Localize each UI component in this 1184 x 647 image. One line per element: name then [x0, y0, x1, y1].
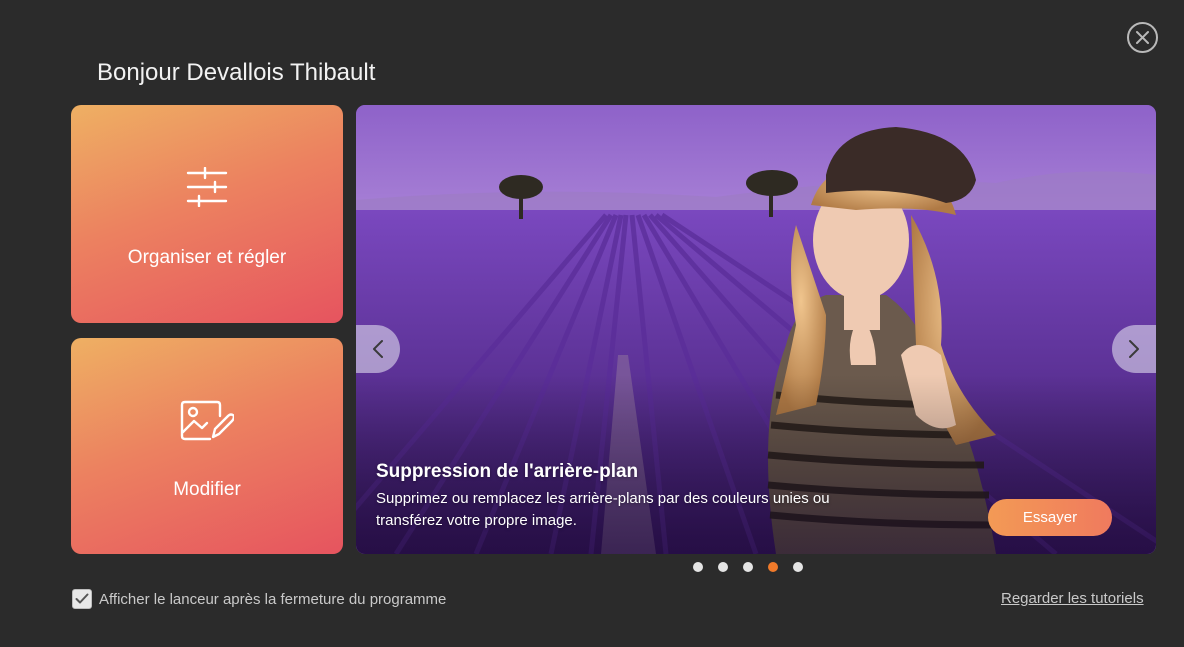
slide-title: Suppression de l'arrière-plan	[376, 461, 639, 482]
greeting-title: Bonjour Devallois Thibault	[97, 59, 376, 86]
close-icon	[1136, 31, 1149, 44]
checkbox-box[interactable]	[72, 589, 92, 609]
carousel-dot-2[interactable]	[718, 562, 728, 572]
feature-carousel: Suppression de l'arrière-plan Supprimez …	[356, 105, 1156, 554]
carousel-dot-1[interactable]	[693, 562, 703, 572]
carousel-dot-4-active[interactable]	[768, 562, 778, 572]
chevron-left-icon	[373, 340, 383, 358]
watch-tutorials-link[interactable]: Regarder les tutoriels	[1001, 590, 1144, 607]
carousel-dot-5[interactable]	[793, 562, 803, 572]
show-launcher-checkbox[interactable]: Afficher le lanceur après la fermeture d…	[72, 589, 446, 609]
checkmark-icon	[75, 593, 89, 604]
try-button[interactable]: Essayer	[988, 499, 1112, 536]
carousel-next-button[interactable]	[1112, 325, 1156, 373]
carousel-dot-3[interactable]	[743, 562, 753, 572]
edit-tile-label: Modifier	[173, 479, 241, 500]
slide-description: Supprimez ou remplacez les arrière-plans…	[376, 490, 830, 529]
sliders-icon	[186, 167, 228, 207]
image-edit-icon	[180, 400, 234, 441]
background-removal-preview-image	[356, 105, 1156, 554]
organize-tile-label: Organiser et régler	[127, 247, 287, 268]
edit-tile[interactable]: Modifier	[71, 338, 343, 554]
carousel-pagination	[693, 562, 803, 572]
organize-tile[interactable]: Organiser et régler	[71, 105, 343, 323]
close-button[interactable]	[1127, 22, 1158, 53]
chevron-right-icon	[1129, 340, 1139, 358]
show-launcher-label: Afficher le lanceur après la fermeture d…	[99, 590, 447, 608]
